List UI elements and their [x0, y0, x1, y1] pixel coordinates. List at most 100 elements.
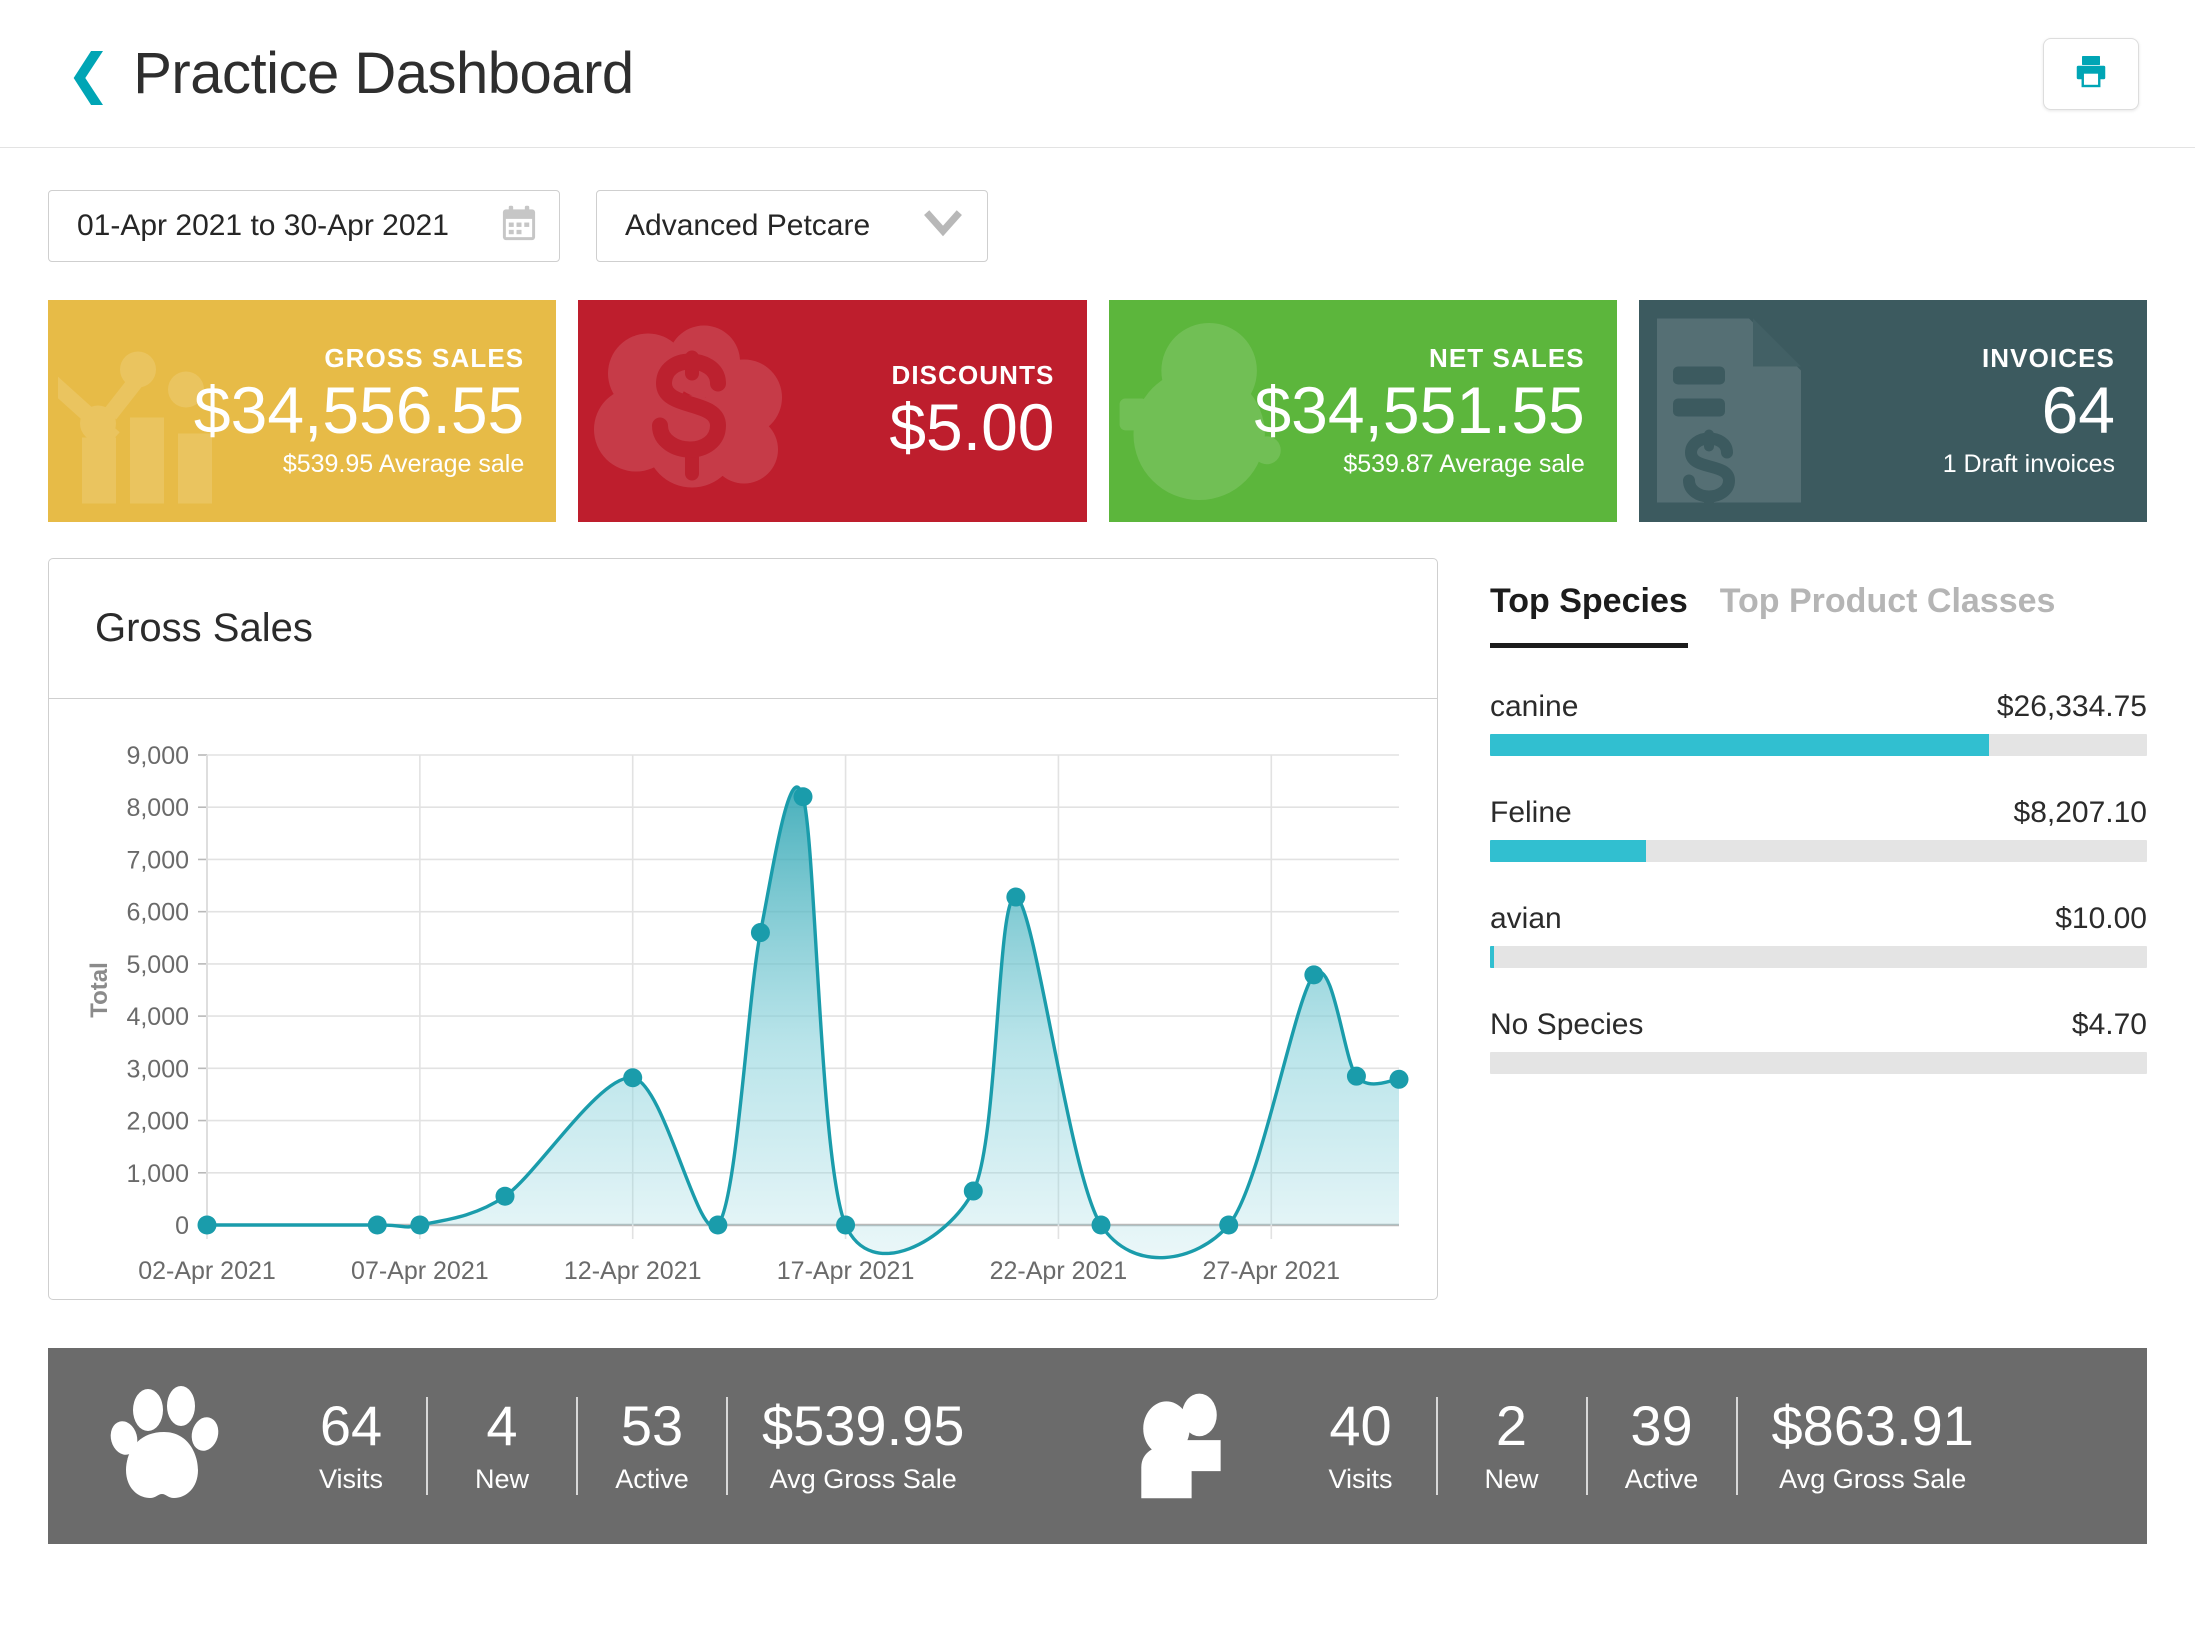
kpi-card-discounts[interactable]: DISCOUNTS $5.00: [578, 300, 1086, 522]
kpi-subtext: $539.95 Average sale: [283, 450, 524, 479]
chevron-down-icon[interactable]: [921, 210, 965, 243]
stat-value: 40: [1320, 1397, 1402, 1456]
tab-top-product-classes[interactable]: Top Product Classes: [1720, 582, 2056, 648]
stat-value: 53: [612, 1397, 692, 1456]
stat-label: New: [1472, 1464, 1552, 1495]
stat-label: Avg Gross Sale: [762, 1464, 964, 1495]
x-axis-tick-label: 17-Apr 2021: [777, 1257, 915, 1285]
stat-cell: 64 Visits: [276, 1397, 426, 1495]
species-amount: $8,207.10: [2014, 796, 2147, 830]
x-axis-tick-label: 02-Apr 2021: [138, 1257, 276, 1285]
invoice-document-dollar-icon: [1649, 311, 1849, 512]
species-bar-track: [1490, 840, 2147, 862]
y-axis-tick-label: 6,000: [126, 899, 189, 927]
client-stats-group: 40 Visits 2 New 39 Active $863.91 Avg Gr…: [1098, 1389, 2108, 1504]
stat-value: 39: [1622, 1397, 1702, 1456]
kpi-card-invoices[interactable]: INVOICES 64 1 Draft invoices: [1639, 300, 2147, 522]
stat-cell: 4 New: [426, 1397, 576, 1495]
stat-value: 2: [1472, 1397, 1552, 1456]
y-axis-tick-label: 2,000: [126, 1108, 189, 1136]
chart-data-point[interactable]: [1304, 965, 1323, 984]
kpi-subtext: $539.87 Average sale: [1343, 450, 1584, 479]
calendar-icon[interactable]: [501, 205, 537, 248]
chart-data-point[interactable]: [836, 1216, 855, 1235]
stat-value: $539.95: [762, 1397, 964, 1456]
kpi-card-gross-sales[interactable]: GROSS SALES $34,556.55 $539.95 Average s…: [48, 300, 556, 522]
gross-sales-area-chart[interactable]: 01,0002,0003,0004,0005,0006,0007,0008,00…: [59, 727, 1445, 1307]
chart-data-point[interactable]: [1219, 1216, 1238, 1235]
stat-value: 4: [462, 1397, 542, 1456]
date-range-value: 01-Apr 2021 to 30-Apr 2021: [77, 209, 501, 243]
kpi-subtext: 1 Draft invoices: [1943, 450, 2115, 479]
stat-label: Active: [612, 1464, 692, 1495]
chart-data-point[interactable]: [1092, 1216, 1111, 1235]
chart-title: Gross Sales: [95, 606, 313, 651]
species-bar-fill: [1490, 946, 1494, 968]
two-people-icon: [1120, 1389, 1240, 1504]
stat-cell: 53 Active: [576, 1397, 726, 1495]
kpi-value: $34,556.55: [194, 376, 524, 446]
kpi-label: INVOICES: [1982, 343, 2115, 374]
chart-data-point[interactable]: [368, 1216, 387, 1235]
species-row: No Species$4.70: [1490, 1008, 2147, 1074]
chart-data-point[interactable]: [198, 1216, 217, 1235]
tab-top-species[interactable]: Top Species: [1490, 582, 1688, 648]
chart-card-header: Gross Sales: [49, 559, 1437, 699]
stat-cell: 40 Visits: [1286, 1397, 1436, 1495]
page-header: ❮ Practice Dashboard: [0, 0, 2195, 148]
stat-label: Visits: [1320, 1464, 1402, 1495]
stat-cell: $539.95 Avg Gross Sale: [726, 1397, 998, 1495]
species-row: canine $26,334.75: [1490, 690, 2147, 756]
species-name: canine: [1490, 690, 1578, 724]
back-chevron-icon[interactable]: ❮: [66, 47, 111, 101]
chart-area-fill: [207, 787, 1399, 1258]
species-amount: $26,334.75: [1997, 690, 2147, 724]
chart-data-point[interactable]: [708, 1216, 727, 1235]
chart-data-point[interactable]: [964, 1182, 983, 1201]
stat-label: Visits: [310, 1464, 392, 1495]
print-button[interactable]: [2043, 38, 2139, 110]
chart-data-point[interactable]: [794, 787, 813, 806]
stat-label: Active: [1622, 1464, 1702, 1495]
chart-data-point[interactable]: [1006, 888, 1025, 907]
y-axis-tick-label: 7,000: [126, 846, 189, 874]
species-bar-fill: [1490, 840, 1646, 862]
y-axis-tick-label: 1,000: [126, 1160, 189, 1188]
kpi-value: 64: [2042, 376, 2115, 446]
kpi-cards: GROSS SALES $34,556.55 $539.95 Average s…: [0, 262, 2195, 522]
chart-data-point[interactable]: [410, 1216, 429, 1235]
stat-value: 64: [310, 1397, 392, 1456]
chart-data-point[interactable]: [751, 923, 770, 942]
chart-data-point[interactable]: [496, 1187, 515, 1206]
y-axis-tick-label: 5,000: [126, 951, 189, 979]
kpi-value: $34,551.55: [1254, 376, 1584, 446]
stat-label: New: [462, 1464, 542, 1495]
price-tag-dollar-icon: [588, 314, 808, 509]
top-species-list: canine $26,334.75 Feline $8,207.10 avian$10.…: [1490, 690, 2147, 1074]
x-axis-tick-label: 22-Apr 2021: [990, 1257, 1128, 1285]
chart-plot-area: 01,0002,0003,0004,0005,0006,0007,0008,00…: [49, 699, 1437, 1299]
side-panel: Top Species Top Product Classes canine $2…: [1438, 558, 2147, 1300]
main-content: Gross Sales 01,0002,0003,0004,0005,0006,…: [0, 522, 2195, 1300]
stat-label: Avg Gross Sale: [1772, 1464, 1974, 1495]
species-bar-fill: [1490, 734, 1989, 756]
species-amount: $4.70: [2072, 1008, 2147, 1042]
chart-data-point[interactable]: [1347, 1067, 1366, 1086]
species-name: Feline: [1490, 796, 1572, 830]
kpi-label: GROSS SALES: [324, 343, 524, 374]
y-axis-title: Total: [86, 962, 113, 1018]
y-axis-tick-label: 0: [175, 1212, 189, 1240]
x-axis-tick-label: 27-Apr 2021: [1202, 1257, 1340, 1285]
chart-data-point[interactable]: [1390, 1070, 1409, 1089]
stat-cell: 39 Active: [1586, 1397, 1736, 1495]
stat-value: $863.91: [1772, 1397, 1974, 1456]
chart-data-point[interactable]: [623, 1068, 642, 1087]
stat-cell: $863.91 Avg Gross Sale: [1736, 1397, 2008, 1495]
filter-bar: 01-Apr 2021 to 30-Apr 2021 Advanced Petc…: [0, 148, 2195, 262]
practice-select[interactable]: Advanced Petcare: [596, 190, 988, 262]
date-range-picker[interactable]: 01-Apr 2021 to 30-Apr 2021: [48, 190, 560, 262]
species-row: avian$10.00: [1490, 902, 2147, 968]
y-axis-tick-label: 3,000: [126, 1055, 189, 1083]
kpi-card-net-sales[interactable]: NET SALES $34,551.55 $539.87 Average sal…: [1109, 300, 1617, 522]
x-axis-tick-label: 07-Apr 2021: [351, 1257, 489, 1285]
